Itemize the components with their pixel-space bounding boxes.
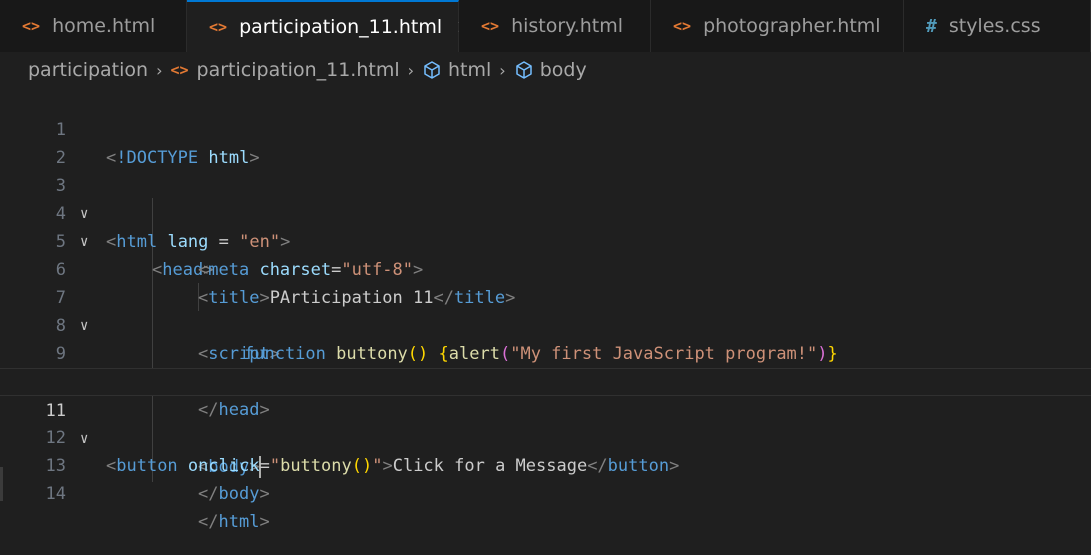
breadcrumb-symbol-html[interactable]: html [448,59,491,81]
editor-tab-bar: <> home.html <> participation_11.html ✕ … [0,0,1091,52]
code-editor[interactable]: 1 <!DOCTYPE html> 2 3 ∨ <html lang = "en… [0,88,1091,555]
code-line: 6 <title>PArticipation 11</title> [0,228,1091,308]
tab-label: participation_11.html [239,16,443,38]
css-file-icon: # [926,15,937,37]
tab-home-html[interactable]: <> home.html [0,0,187,52]
code-line: 4 ∨ <head> [0,172,1091,280]
breadcrumb: participation › <> participation_11.html… [0,52,1091,88]
html-file-icon: <> [22,17,41,35]
code-line: 14 </html> [0,452,1091,532]
token: > [259,512,270,532]
code-line: 10 </head> [0,340,1091,420]
tab-label: home.html [52,15,156,37]
tab-label: history.html [511,15,624,37]
breadcrumb-file[interactable]: participation_11.html [197,59,400,81]
code-line: 13 </body> [0,424,1091,504]
tab-participation-11-html[interactable]: <> participation_11.html ✕ [187,0,473,52]
tab-photographer-html[interactable]: <> photographer.html [651,0,904,52]
token: </ [198,484,219,504]
html-file-icon: <> [481,17,500,35]
code-line: 7 ∨ <script> [0,256,1091,364]
code-text: </html> [198,508,270,536]
code-line: 1 <!DOCTYPE html> [0,88,1091,168]
chevron-right-icon: › [407,60,415,80]
code-line: 3 ∨ <html lang = "en"> [0,144,1091,252]
code-line: 8 function buttony() {alert("My first Ja… [0,284,1091,364]
code-line: 9 </script> [0,312,1091,392]
code-line-current: 11 ∨ <body> [0,368,1091,478]
breadcrumb-symbol-body[interactable]: body [540,59,587,81]
html-file-icon: <> [209,18,228,36]
html-file-icon: <> [170,61,189,79]
tab-styles-css[interactable]: # styles.css [904,0,1091,52]
chevron-right-icon: › [156,60,163,80]
symbol-cube-icon [515,61,532,79]
code-line: 12 <button onclick="buttony()">Click for… [0,396,1091,476]
code-text: </body> [198,480,270,508]
code-line: 2 [0,116,1091,168]
token: html [218,512,260,532]
token: body [218,484,260,504]
html-file-icon: <> [673,17,692,35]
line-number: 14 [45,484,66,504]
chevron-right-icon: › [499,60,506,80]
tab-history-html[interactable]: <> history.html [459,0,651,52]
tab-label: styles.css [948,15,1041,37]
symbol-cube-icon [424,61,440,79]
token: </ [198,512,219,532]
code-line: 5 <meta charset="utf-8"> [0,200,1091,280]
tab-label: photographer.html [703,15,881,37]
token: > [259,484,270,504]
breadcrumb-folder[interactable]: participation [28,59,148,81]
